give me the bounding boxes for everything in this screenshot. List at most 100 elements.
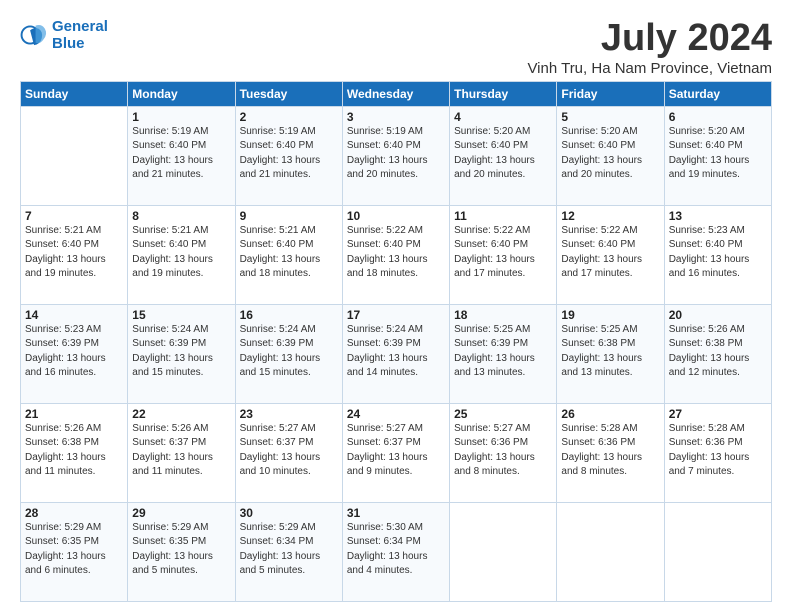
calendar-cell: 7Sunrise: 5:21 AMSunset: 6:40 PMDaylight… xyxy=(21,205,128,304)
calendar-header-monday: Monday xyxy=(128,81,235,106)
calendar-cell: 26Sunrise: 5:28 AMSunset: 6:36 PMDayligh… xyxy=(557,403,664,502)
calendar-cell: 10Sunrise: 5:22 AMSunset: 6:40 PMDayligh… xyxy=(342,205,449,304)
calendar-cell: 20Sunrise: 5:26 AMSunset: 6:38 PMDayligh… xyxy=(664,304,771,403)
calendar-cell: 9Sunrise: 5:21 AMSunset: 6:40 PMDaylight… xyxy=(235,205,342,304)
calendar-cell: 6Sunrise: 5:20 AMSunset: 6:40 PMDaylight… xyxy=(664,106,771,205)
calendar-cell: 8Sunrise: 5:21 AMSunset: 6:40 PMDaylight… xyxy=(128,205,235,304)
calendar-week-row: 7Sunrise: 5:21 AMSunset: 6:40 PMDaylight… xyxy=(21,205,772,304)
day-number: 15 xyxy=(132,308,230,322)
day-info: Sunrise: 5:22 AMSunset: 6:40 PMDaylight:… xyxy=(561,224,659,282)
calendar-header-thursday: Thursday xyxy=(450,81,557,106)
calendar-cell: 11Sunrise: 5:22 AMSunset: 6:40 PMDayligh… xyxy=(450,205,557,304)
calendar-cell: 17Sunrise: 5:24 AMSunset: 6:39 PMDayligh… xyxy=(342,304,449,403)
logo: General Blue xyxy=(20,18,108,53)
calendar-week-row: 21Sunrise: 5:26 AMSunset: 6:38 PMDayligh… xyxy=(21,403,772,502)
day-number: 26 xyxy=(561,407,659,421)
calendar-cell: 28Sunrise: 5:29 AMSunset: 6:35 PMDayligh… xyxy=(21,502,128,601)
day-number: 23 xyxy=(240,407,338,421)
day-info: Sunrise: 5:26 AMSunset: 6:38 PMDaylight:… xyxy=(669,323,767,381)
calendar-header-wednesday: Wednesday xyxy=(342,81,449,106)
calendar-cell xyxy=(557,502,664,601)
calendar-week-row: 28Sunrise: 5:29 AMSunset: 6:35 PMDayligh… xyxy=(21,502,772,601)
day-number: 27 xyxy=(669,407,767,421)
calendar-cell: 27Sunrise: 5:28 AMSunset: 6:36 PMDayligh… xyxy=(664,403,771,502)
day-number: 29 xyxy=(132,506,230,520)
calendar-header-saturday: Saturday xyxy=(664,81,771,106)
calendar-cell: 19Sunrise: 5:25 AMSunset: 6:38 PMDayligh… xyxy=(557,304,664,403)
day-info: Sunrise: 5:22 AMSunset: 6:40 PMDaylight:… xyxy=(347,224,445,282)
day-info: Sunrise: 5:20 AMSunset: 6:40 PMDaylight:… xyxy=(669,125,767,183)
logo-general: General xyxy=(52,18,108,35)
day-number: 12 xyxy=(561,209,659,223)
day-info: Sunrise: 5:19 AMSunset: 6:40 PMDaylight:… xyxy=(347,125,445,183)
day-info: Sunrise: 5:24 AMSunset: 6:39 PMDaylight:… xyxy=(240,323,338,381)
day-number: 21 xyxy=(25,407,123,421)
day-info: Sunrise: 5:24 AMSunset: 6:39 PMDaylight:… xyxy=(132,323,230,381)
calendar-cell: 4Sunrise: 5:20 AMSunset: 6:40 PMDaylight… xyxy=(450,106,557,205)
day-info: Sunrise: 5:21 AMSunset: 6:40 PMDaylight:… xyxy=(25,224,123,282)
location: Vinh Tru, Ha Nam Province, Vietnam xyxy=(527,60,772,77)
logo-text: General Blue xyxy=(52,18,108,53)
day-number: 6 xyxy=(669,110,767,124)
day-number: 10 xyxy=(347,209,445,223)
day-info: Sunrise: 5:21 AMSunset: 6:40 PMDaylight:… xyxy=(240,224,338,282)
calendar-header-sunday: Sunday xyxy=(21,81,128,106)
day-info: Sunrise: 5:28 AMSunset: 6:36 PMDaylight:… xyxy=(561,422,659,480)
day-number: 8 xyxy=(132,209,230,223)
header: General Blue July 2024 Vinh Tru, Ha Nam … xyxy=(20,18,772,77)
calendar-cell: 30Sunrise: 5:29 AMSunset: 6:34 PMDayligh… xyxy=(235,502,342,601)
calendar-cell: 29Sunrise: 5:29 AMSunset: 6:35 PMDayligh… xyxy=(128,502,235,601)
day-info: Sunrise: 5:27 AMSunset: 6:37 PMDaylight:… xyxy=(240,422,338,480)
calendar-header-row: SundayMondayTuesdayWednesdayThursdayFrid… xyxy=(21,81,772,106)
day-number: 11 xyxy=(454,209,552,223)
day-number: 1 xyxy=(132,110,230,124)
day-number: 17 xyxy=(347,308,445,322)
day-number: 9 xyxy=(240,209,338,223)
day-info: Sunrise: 5:30 AMSunset: 6:34 PMDaylight:… xyxy=(347,521,445,579)
month-year: July 2024 xyxy=(527,18,772,60)
calendar-cell xyxy=(450,502,557,601)
day-info: Sunrise: 5:20 AMSunset: 6:40 PMDaylight:… xyxy=(561,125,659,183)
calendar-cell: 5Sunrise: 5:20 AMSunset: 6:40 PMDaylight… xyxy=(557,106,664,205)
day-info: Sunrise: 5:26 AMSunset: 6:37 PMDaylight:… xyxy=(132,422,230,480)
calendar-cell: 18Sunrise: 5:25 AMSunset: 6:39 PMDayligh… xyxy=(450,304,557,403)
day-info: Sunrise: 5:25 AMSunset: 6:39 PMDaylight:… xyxy=(454,323,552,381)
day-info: Sunrise: 5:29 AMSunset: 6:34 PMDaylight:… xyxy=(240,521,338,579)
calendar-cell: 31Sunrise: 5:30 AMSunset: 6:34 PMDayligh… xyxy=(342,502,449,601)
logo-icon xyxy=(20,21,48,49)
day-info: Sunrise: 5:25 AMSunset: 6:38 PMDaylight:… xyxy=(561,323,659,381)
calendar-cell xyxy=(21,106,128,205)
calendar-week-row: 14Sunrise: 5:23 AMSunset: 6:39 PMDayligh… xyxy=(21,304,772,403)
calendar-cell: 15Sunrise: 5:24 AMSunset: 6:39 PMDayligh… xyxy=(128,304,235,403)
page: General Blue July 2024 Vinh Tru, Ha Nam … xyxy=(0,0,792,612)
day-number: 16 xyxy=(240,308,338,322)
day-number: 19 xyxy=(561,308,659,322)
calendar-cell: 2Sunrise: 5:19 AMSunset: 6:40 PMDaylight… xyxy=(235,106,342,205)
day-info: Sunrise: 5:24 AMSunset: 6:39 PMDaylight:… xyxy=(347,323,445,381)
day-number: 31 xyxy=(347,506,445,520)
day-number: 18 xyxy=(454,308,552,322)
calendar-cell: 3Sunrise: 5:19 AMSunset: 6:40 PMDaylight… xyxy=(342,106,449,205)
day-number: 30 xyxy=(240,506,338,520)
day-number: 2 xyxy=(240,110,338,124)
day-info: Sunrise: 5:29 AMSunset: 6:35 PMDaylight:… xyxy=(25,521,123,579)
day-info: Sunrise: 5:19 AMSunset: 6:40 PMDaylight:… xyxy=(240,125,338,183)
day-number: 14 xyxy=(25,308,123,322)
calendar-cell: 13Sunrise: 5:23 AMSunset: 6:40 PMDayligh… xyxy=(664,205,771,304)
day-number: 5 xyxy=(561,110,659,124)
calendar-cell: 12Sunrise: 5:22 AMSunset: 6:40 PMDayligh… xyxy=(557,205,664,304)
day-number: 28 xyxy=(25,506,123,520)
calendar-cell: 23Sunrise: 5:27 AMSunset: 6:37 PMDayligh… xyxy=(235,403,342,502)
title-block: July 2024 Vinh Tru, Ha Nam Province, Vie… xyxy=(527,18,772,77)
day-info: Sunrise: 5:28 AMSunset: 6:36 PMDaylight:… xyxy=(669,422,767,480)
day-number: 7 xyxy=(25,209,123,223)
day-info: Sunrise: 5:23 AMSunset: 6:39 PMDaylight:… xyxy=(25,323,123,381)
logo-blue: Blue xyxy=(52,35,85,52)
day-info: Sunrise: 5:27 AMSunset: 6:36 PMDaylight:… xyxy=(454,422,552,480)
day-info: Sunrise: 5:22 AMSunset: 6:40 PMDaylight:… xyxy=(454,224,552,282)
calendar-week-row: 1Sunrise: 5:19 AMSunset: 6:40 PMDaylight… xyxy=(21,106,772,205)
day-info: Sunrise: 5:19 AMSunset: 6:40 PMDaylight:… xyxy=(132,125,230,183)
day-info: Sunrise: 5:21 AMSunset: 6:40 PMDaylight:… xyxy=(132,224,230,282)
day-number: 13 xyxy=(669,209,767,223)
day-info: Sunrise: 5:29 AMSunset: 6:35 PMDaylight:… xyxy=(132,521,230,579)
